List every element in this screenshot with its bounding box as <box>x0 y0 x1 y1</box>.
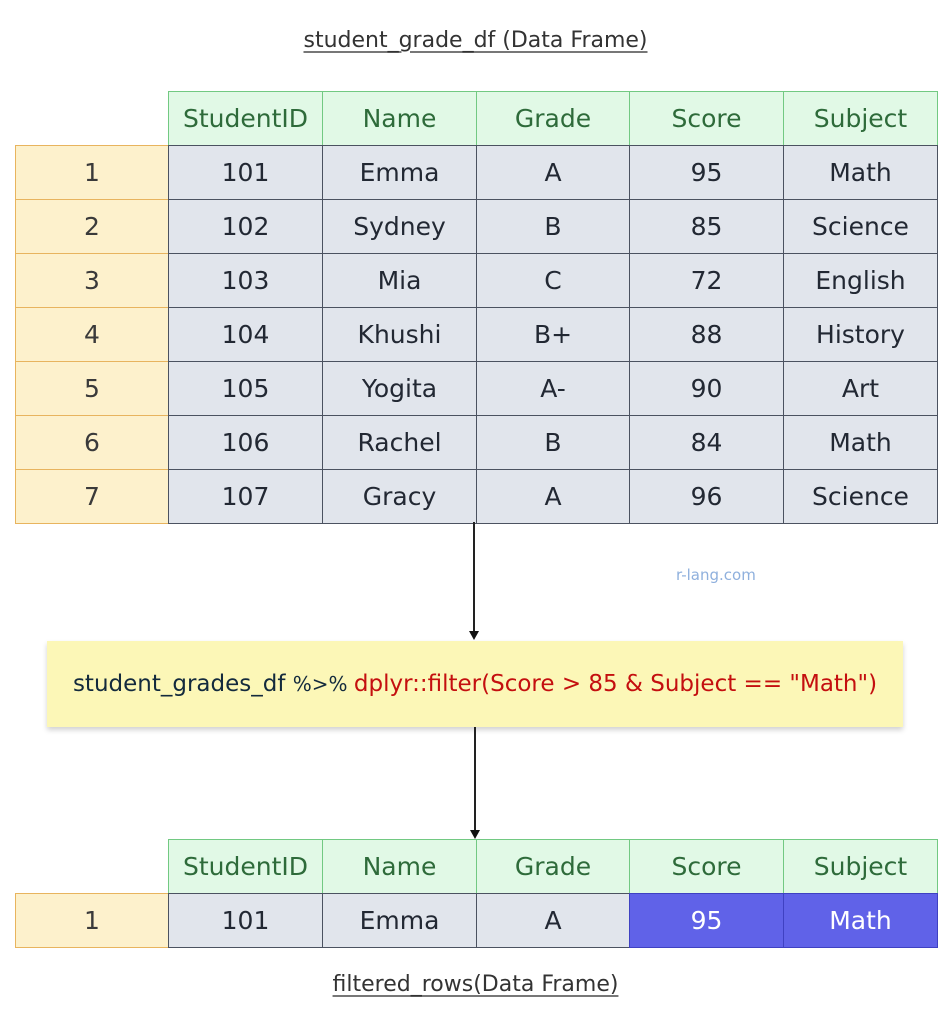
table-cell: History <box>783 307 938 362</box>
table-cell: 104 <box>168 307 323 362</box>
table-cell: English <box>783 253 938 308</box>
column-header: Grade <box>476 91 630 146</box>
table-cell: Emma <box>322 145 477 200</box>
row-index: 7 <box>15 469 169 524</box>
table-cell: 96 <box>629 469 784 524</box>
row-index: 1 <box>15 893 169 948</box>
table-cell: Rachel <box>322 415 477 470</box>
column-header: StudentID <box>168 91 323 146</box>
table-cell: 102 <box>168 199 323 254</box>
arrow-to-result <box>474 727 476 831</box>
row-index: 4 <box>15 307 169 362</box>
table-cell: Khushi <box>322 307 477 362</box>
table-cell: 101 <box>168 145 323 200</box>
arrow-head-icon <box>469 631 479 640</box>
table-cell: A <box>476 469 630 524</box>
table-cell: Emma <box>322 893 477 948</box>
table-cell: 90 <box>629 361 784 416</box>
column-header: Subject <box>783 91 938 146</box>
table-cell: Art <box>783 361 938 416</box>
row-index: 6 <box>15 415 169 470</box>
code-object: student_grades_df <box>72 671 293 697</box>
table-cell: Yogita <box>322 361 477 416</box>
table-cell: B <box>476 199 630 254</box>
arrow-to-code <box>473 522 475 632</box>
table-cell: 103 <box>168 253 323 308</box>
table-cell: B+ <box>476 307 630 362</box>
table-cell: B <box>476 415 630 470</box>
row-index: 3 <box>15 253 169 308</box>
column-header: Subject <box>783 839 938 894</box>
table-cell: 107 <box>168 469 323 524</box>
column-header: Score <box>629 839 784 894</box>
table-cell: 72 <box>629 253 784 308</box>
table-cell: Science <box>783 199 938 254</box>
arrow-head-icon <box>470 830 480 839</box>
table-cell: 95 <box>629 145 784 200</box>
table-cell: Sydney <box>322 199 477 254</box>
table-cell: Math <box>783 415 938 470</box>
column-header: Name <box>322 91 477 146</box>
filter-code-box: student_grades_df %>% dplyr::filter(Scor… <box>47 641 903 727</box>
table-cell: A <box>476 145 630 200</box>
column-header: Score <box>629 91 784 146</box>
table-cell: 105 <box>168 361 323 416</box>
table-cell: A- <box>476 361 630 416</box>
table-cell: Gracy <box>322 469 477 524</box>
table-cell: 106 <box>168 415 323 470</box>
code-pipe-operator: %>% <box>292 672 354 696</box>
column-header: Name <box>322 839 477 894</box>
result-table-title: filtered_rows(Data Frame) <box>332 972 619 997</box>
highlighted-cell: 95 <box>629 893 784 948</box>
code-filter-call: dplyr::filter(Score > 85 & Subject == "M… <box>353 671 878 697</box>
watermark: r-lang.com <box>676 566 756 584</box>
table-cell: Science <box>783 469 938 524</box>
table-cell: 84 <box>629 415 784 470</box>
column-header: Grade <box>476 839 630 894</box>
table-cell: Math <box>783 145 938 200</box>
table-cell: Mia <box>322 253 477 308</box>
source-table-title: student_grade_df (Data Frame) <box>303 28 648 53</box>
row-index: 5 <box>15 361 169 416</box>
row-index: 1 <box>15 145 169 200</box>
table-cell: A <box>476 893 630 948</box>
table-cell: C <box>476 253 630 308</box>
row-index: 2 <box>15 199 169 254</box>
column-header: StudentID <box>168 839 323 894</box>
table-cell: 85 <box>629 199 784 254</box>
highlighted-cell: Math <box>783 893 938 948</box>
table-cell: 88 <box>629 307 784 362</box>
table-cell: 101 <box>168 893 323 948</box>
